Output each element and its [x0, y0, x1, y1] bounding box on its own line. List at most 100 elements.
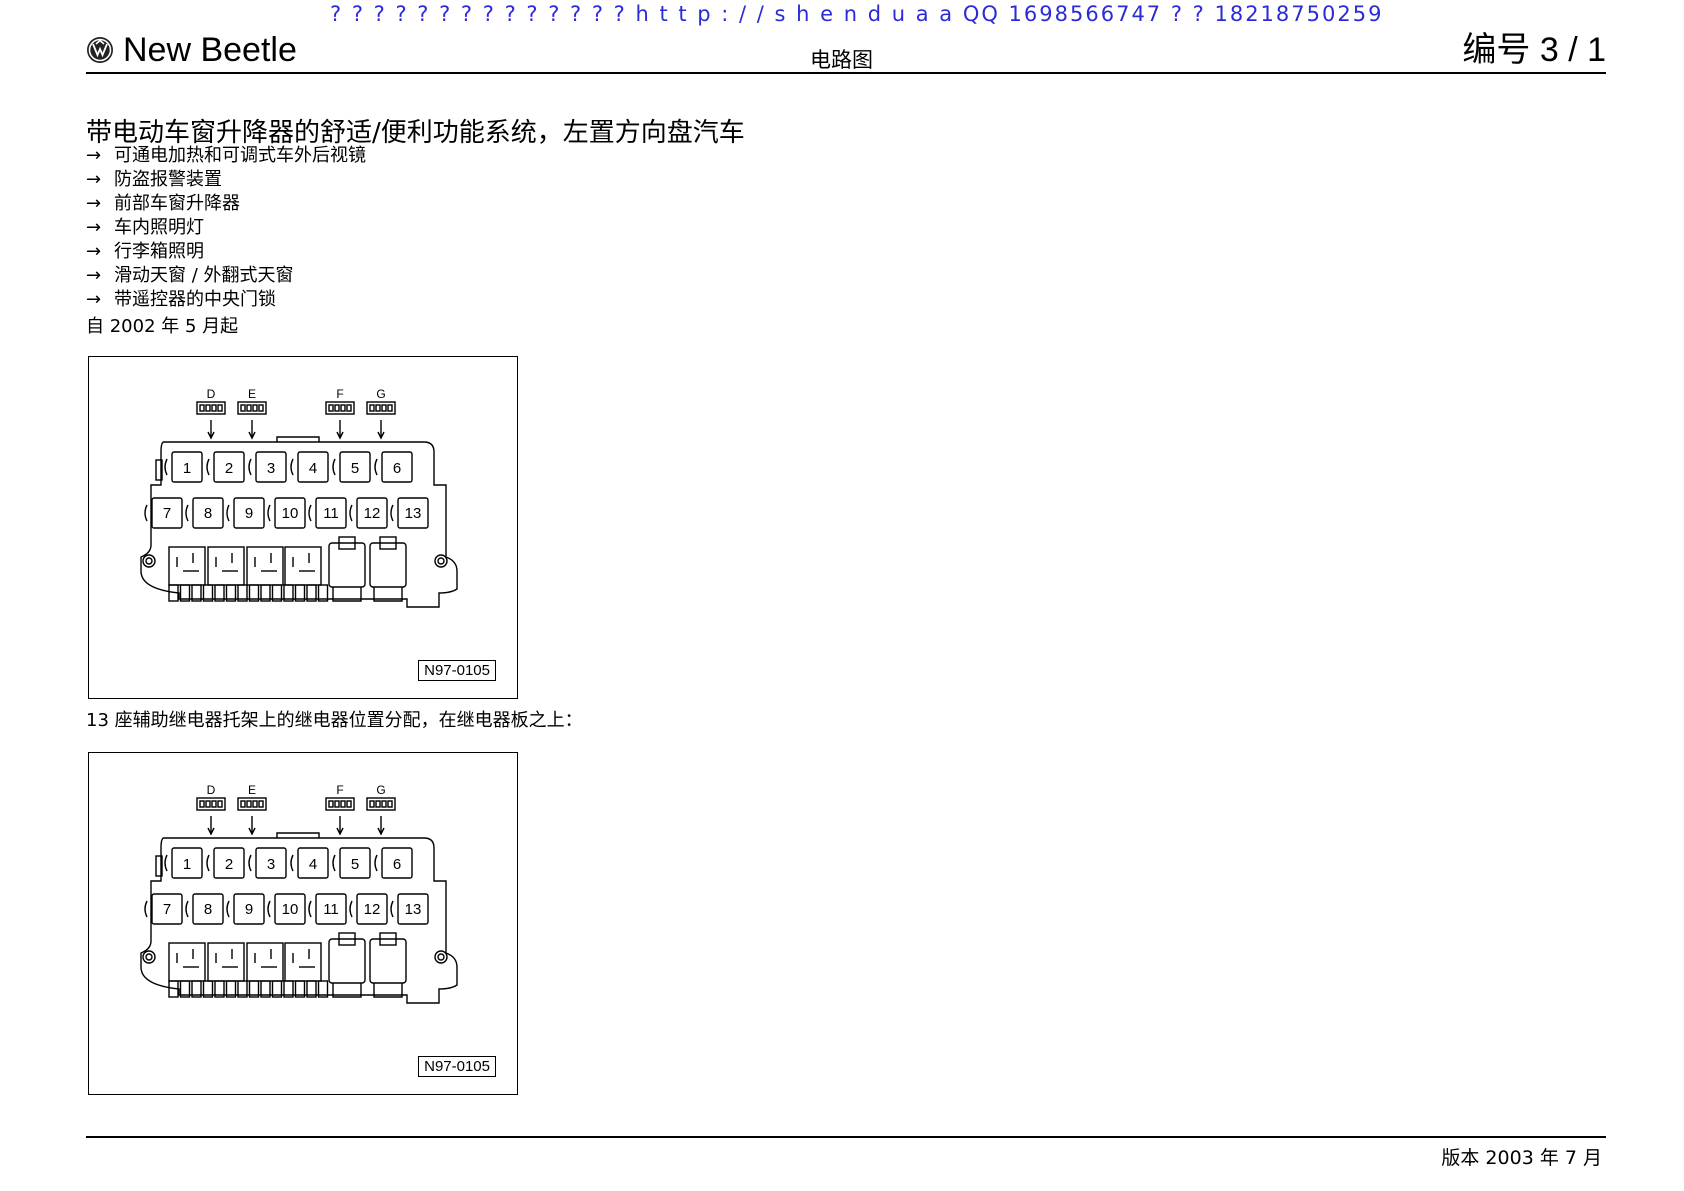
feature-item: → 带遥控器的中央门锁 [86, 289, 276, 310]
arrow-icon: → [86, 145, 102, 166]
document-number: 编号 3 / 1 [1462, 31, 1606, 69]
connector-pin [211, 404, 217, 412]
slot-number: 4 [309, 856, 317, 873]
slot-latch [206, 854, 210, 872]
relay-socket [168, 942, 206, 982]
connector-pin [381, 800, 387, 808]
slot-number: 6 [393, 460, 401, 477]
relay-socket [284, 942, 322, 982]
slot-number: 11 [323, 901, 339, 918]
slot-number: 1 [183, 856, 191, 873]
connector-pin [240, 800, 246, 808]
feature-item: → 车内照明灯 [86, 217, 204, 238]
slot-number: 9 [245, 901, 253, 918]
feature-item: → 滑动天窗 / 外翻式天窗 [86, 265, 294, 286]
relay-socket [284, 546, 322, 586]
connector-pin [387, 404, 393, 412]
slot-latch [290, 458, 294, 476]
slot-number: 8 [204, 505, 212, 522]
brand: New Beetle [86, 30, 297, 70]
slot-latch [185, 504, 189, 522]
slot-number: 7 [163, 901, 171, 918]
slot-number: 13 [405, 901, 422, 918]
mounting-hole [434, 950, 448, 964]
slot-number: 9 [245, 505, 253, 522]
slot-number: 4 [309, 460, 317, 477]
connector-pin [252, 404, 258, 412]
connector-pin [334, 800, 340, 808]
connector-pin [340, 404, 346, 412]
slot-number: 3 [267, 856, 275, 873]
slot-latch [390, 900, 394, 918]
connector-pin [346, 800, 352, 808]
connector-pin [258, 800, 264, 808]
slot-latch [332, 854, 336, 872]
connector-plug [366, 401, 396, 415]
connector-plug [196, 401, 226, 415]
slot-latch [374, 854, 378, 872]
feature-item: → 防盗报警装置 [86, 169, 222, 190]
relay-socket [207, 546, 245, 586]
mounting-hole [142, 554, 156, 568]
slot-latch [206, 458, 210, 476]
connector-pin [240, 404, 246, 412]
relay-socket [207, 942, 245, 982]
slot-latch [267, 900, 271, 918]
slot-latch [185, 900, 189, 918]
arrow-icon: → [86, 193, 102, 214]
connector-plug [237, 401, 267, 415]
connector-plug [325, 797, 355, 811]
slot-latch [248, 458, 252, 476]
slot-latch [390, 504, 394, 522]
connector-pin [258, 404, 264, 412]
relay-carrier-diagram: D E F G1 2 3 4 5 67 8 9 10 11 12 13 [140, 783, 458, 1004]
connector-pin [346, 404, 352, 412]
connector-pin [217, 404, 223, 412]
connector-pin [369, 800, 375, 808]
slot-number: 12 [364, 901, 381, 918]
slot-latch [308, 900, 312, 918]
slot-number: 5 [351, 460, 359, 477]
connector-label: E [248, 783, 256, 797]
connector-pin [375, 404, 381, 412]
connector-pin [387, 800, 393, 808]
feature-item: → 前部车窗升降器 [86, 193, 240, 214]
connector-pin [252, 800, 258, 808]
slot-latch [226, 504, 230, 522]
arrow-icon: → [86, 241, 102, 262]
connector-pin [246, 404, 252, 412]
slot-number: 10 [282, 505, 299, 522]
housing-tab [276, 832, 320, 838]
connector-plug [366, 797, 396, 811]
feature-item: → 可通电加热和可调式车外后视镜 [86, 145, 366, 166]
connector-pin [199, 404, 205, 412]
footer-divider [86, 1136, 1606, 1138]
slot-latch [248, 854, 252, 872]
slot-number: 6 [393, 856, 401, 873]
connector-pin [381, 404, 387, 412]
slot-latch [349, 504, 353, 522]
connector-pin [211, 800, 217, 808]
watermark-text: ? ? ? ? ? ? ? ? ? ? ? ? ? ? h t t p : / … [330, 2, 1384, 26]
connector-label: F [336, 387, 343, 401]
slot-latch [290, 854, 294, 872]
connector-pin [328, 404, 334, 412]
slot-number: 7 [163, 505, 171, 522]
slot-latch [226, 900, 230, 918]
connector-label: F [336, 783, 343, 797]
slot-latch [308, 504, 312, 522]
slot-number: 12 [364, 505, 381, 522]
arrow-icon: → [86, 265, 102, 286]
connector-pin [246, 800, 252, 808]
arrow-icon: → [86, 169, 102, 190]
valid-since: 自 2002 年 5 月起 [86, 316, 239, 337]
feature-list: → 可通电加热和可调式车外后视镜 → 防盗报警装置 → 前部车窗升降器 → 车内照明灯 … [86, 144, 366, 312]
relay-socket [246, 942, 284, 982]
relay-carrier-diagram: D E F G1 2 3 4 5 67 8 9 10 11 12 13 [140, 387, 458, 608]
slot-latch [164, 458, 168, 476]
arrow-icon: → [86, 217, 102, 238]
connector-plug [237, 797, 267, 811]
connector-plug [325, 401, 355, 415]
connector-label: G [376, 783, 385, 797]
connector-label: E [248, 387, 256, 401]
